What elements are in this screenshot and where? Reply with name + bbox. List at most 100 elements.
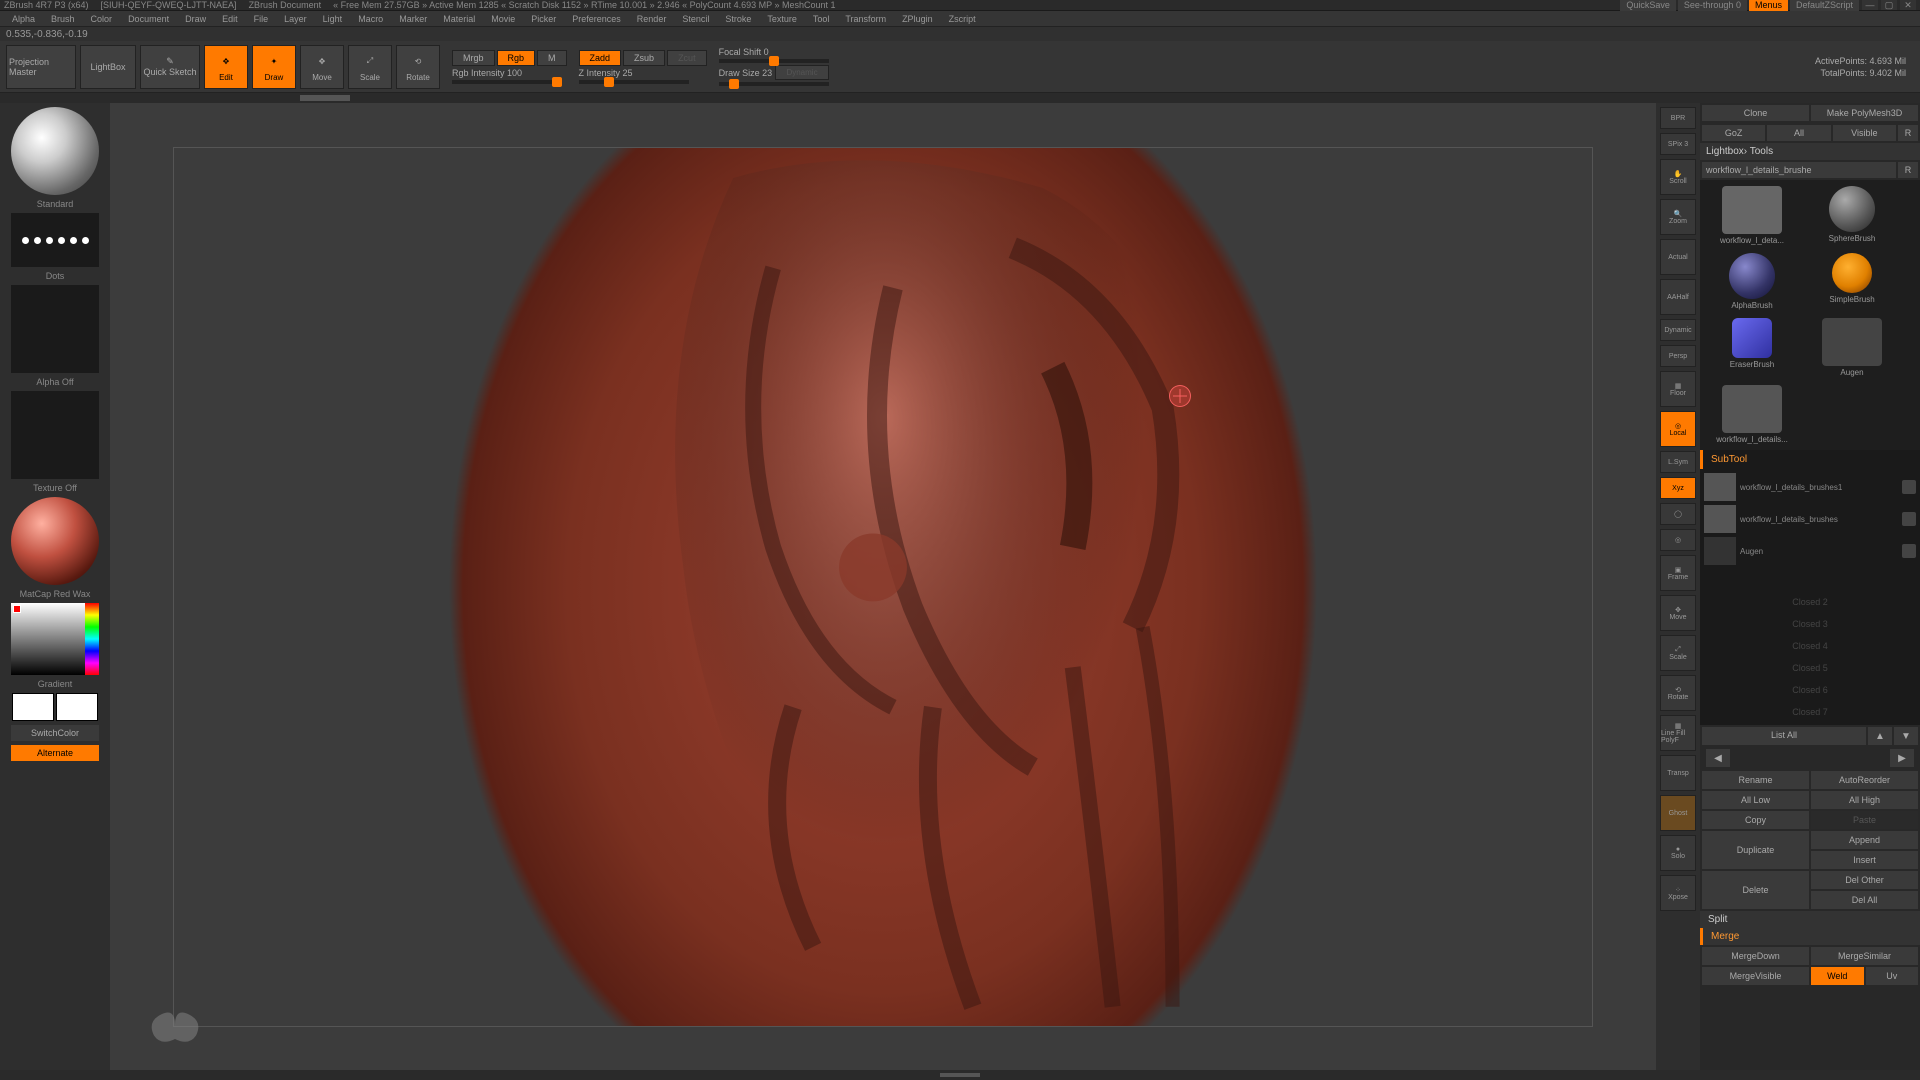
merge-visible-button[interactable]: MergeVisible <box>1702 967 1809 985</box>
quick-sketch-button[interactable]: ✎ Quick Sketch <box>140 45 200 89</box>
menu-movie[interactable]: Movie <box>483 14 523 24</box>
rotate-button[interactable]: ⟲Rotate <box>396 45 440 89</box>
eye-icon[interactable] <box>1902 544 1916 558</box>
menu-stroke[interactable]: Stroke <box>717 14 759 24</box>
menu-zplugin[interactable]: ZPlugin <box>894 14 941 24</box>
menu-draw[interactable]: Draw <box>177 14 214 24</box>
menu-transform[interactable]: Transform <box>837 14 894 24</box>
frame-button[interactable]: ▣Frame <box>1660 555 1696 591</box>
edit-button[interactable]: ✥Edit <box>204 45 248 89</box>
menu-stencil[interactable]: Stencil <box>674 14 717 24</box>
merge-section[interactable]: Merge <box>1700 928 1920 945</box>
lightbox-tools-header[interactable]: Lightbox› Tools <box>1700 143 1920 160</box>
paste-button[interactable]: Paste <box>1811 811 1918 829</box>
rgb-intensity-slider[interactable] <box>452 80 562 84</box>
quicksave-button[interactable]: QuickSave <box>1620 0 1676 11</box>
persp-button[interactable]: Persp <box>1660 345 1696 367</box>
secondary-color-swatch[interactable] <box>56 693 98 721</box>
projection-master-button[interactable]: Projection Master <box>6 45 76 89</box>
merge-similar-button[interactable]: MergeSimilar <box>1811 947 1918 965</box>
bottom-bar[interactable] <box>0 1070 1920 1080</box>
menu-picker[interactable]: Picker <box>523 14 564 24</box>
autoreorder-button[interactable]: AutoReorder <box>1811 771 1918 789</box>
stroke-preview[interactable] <box>11 213 99 267</box>
menu-light[interactable]: Light <box>315 14 351 24</box>
menu-marker[interactable]: Marker <box>391 14 435 24</box>
solo-button[interactable]: ●Solo <box>1660 835 1696 871</box>
m-button[interactable]: M <box>537 50 567 66</box>
menu-edit[interactable]: Edit <box>214 14 246 24</box>
move-up-button[interactable]: ▲ <box>1868 727 1892 745</box>
tool-item[interactable]: EraserBrush <box>1702 314 1802 381</box>
zsub-button[interactable]: Zsub <box>623 50 665 66</box>
center-view-button[interactable]: ◯ <box>1660 503 1696 525</box>
tool-item[interactable]: Augen <box>1802 314 1902 381</box>
menu-macro[interactable]: Macro <box>350 14 391 24</box>
zcut-button[interactable]: Zcut <box>667 50 707 66</box>
merge-down-button[interactable]: MergeDown <box>1702 947 1809 965</box>
eye-icon[interactable] <box>1902 480 1916 494</box>
rgb-button[interactable]: Rgb <box>497 50 536 66</box>
subtool-item[interactable]: workflow_l_details_brushes <box>1702 503 1918 535</box>
default-script-button[interactable]: DefaultZScript <box>1790 0 1859 11</box>
tool-item[interactable]: SimpleBrush <box>1802 249 1902 314</box>
next-subtool-button[interactable]: ▶ <box>1890 749 1914 767</box>
color-picker[interactable] <box>11 603 99 675</box>
subtool-slot[interactable]: Closed 2 <box>1702 591 1918 613</box>
goz-button[interactable]: GoZ <box>1702 125 1765 141</box>
draw-button[interactable]: ✦Draw <box>252 45 296 89</box>
scale-view-button[interactable]: ⤢Scale <box>1660 635 1696 671</box>
subtool-header[interactable]: SubTool <box>1700 450 1920 469</box>
uv-button[interactable]: Uv <box>1866 967 1919 985</box>
spix-button[interactable]: SPix 3 <box>1660 133 1696 155</box>
lightbox-button[interactable]: LightBox <box>80 45 136 89</box>
move-button[interactable]: ✥Move <box>300 45 344 89</box>
list-all-button[interactable]: List All <box>1702 727 1866 745</box>
menu-preferences[interactable]: Preferences <box>564 14 629 24</box>
actual-button[interactable]: Actual <box>1660 239 1696 275</box>
menu-color[interactable]: Color <box>83 14 121 24</box>
subtool-slot[interactable]: Closed 6 <box>1702 679 1918 701</box>
menu-material[interactable]: Material <box>435 14 483 24</box>
switch-color-button[interactable]: SwitchColor <box>11 725 99 741</box>
goz-all-button[interactable]: All <box>1767 125 1830 141</box>
subtool-item[interactable]: Augen <box>1702 535 1918 567</box>
move-down-button[interactable]: ▼ <box>1894 727 1918 745</box>
all-high-button[interactable]: All High <box>1811 791 1918 809</box>
lsym-button[interactable]: L.Sym <box>1660 451 1696 473</box>
zadd-button[interactable]: Zadd <box>579 50 622 66</box>
ghost-button[interactable]: Ghost <box>1660 795 1696 831</box>
mrgb-button[interactable]: Mrgb <box>452 50 495 66</box>
menu-layer[interactable]: Layer <box>276 14 315 24</box>
duplicate-button[interactable]: Duplicate <box>1702 831 1809 869</box>
copy-button[interactable]: Copy <box>1702 811 1809 829</box>
insert-button[interactable]: Insert <box>1811 851 1918 869</box>
brush-preview[interactable] <box>11 107 99 195</box>
minimize-icon[interactable]: — <box>1862 0 1878 10</box>
maximize-icon[interactable]: ▢ <box>1881 0 1897 10</box>
delete-button[interactable]: Delete <box>1702 871 1809 909</box>
tool-item[interactable]: workflow_l_deta... <box>1702 182 1802 249</box>
make-polymesh-button[interactable]: Make PolyMesh3D <box>1811 105 1918 121</box>
xpose-button[interactable]: ⁘Xpose <box>1660 875 1696 911</box>
weld-button[interactable]: Weld <box>1811 967 1864 985</box>
menu-tool[interactable]: Tool <box>805 14 838 24</box>
subtool-slot[interactable]: Closed 3 <box>1702 613 1918 635</box>
subtool-item[interactable]: workflow_l_details_brushes1 <box>1702 471 1918 503</box>
polyf-button[interactable]: ▦Line Fill PolyF <box>1660 715 1696 751</box>
seethrough-button[interactable]: See-through 0 <box>1678 0 1747 11</box>
viewport[interactable] <box>173 147 1593 1027</box>
xyz-button[interactable]: Xyz <box>1660 477 1696 499</box>
load-tool-button[interactable]: workflow_l_details_brushe <box>1702 162 1896 178</box>
bpr-button[interactable]: BPR <box>1660 107 1696 129</box>
zoom-button[interactable]: 🔍Zoom <box>1660 199 1696 235</box>
focal-shift-slider[interactable] <box>719 59 829 63</box>
z-intensity-slider[interactable] <box>579 80 689 84</box>
rotate-view-button[interactable]: ⟲Rotate <box>1660 675 1696 711</box>
alternate-button[interactable]: Alternate <box>11 745 99 761</box>
all-low-button[interactable]: All Low <box>1702 791 1809 809</box>
main-color-swatch[interactable] <box>12 693 54 721</box>
fit-view-button[interactable]: ◎ <box>1660 529 1696 551</box>
alpha-preview[interactable] <box>11 285 99 373</box>
menu-file[interactable]: File <box>246 14 277 24</box>
